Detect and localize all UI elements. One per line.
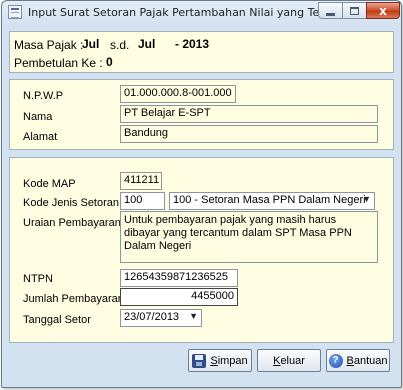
pembetulan-value: 0 [106, 55, 113, 69]
bantuan-button[interactable]: ? Bantuan [326, 349, 390, 372]
help-icon: ? [328, 353, 343, 368]
close-button[interactable]: x [366, 2, 400, 19]
period-separator: s.d. [110, 38, 130, 52]
close-icon: x [379, 3, 387, 18]
floppy-disk-icon [192, 353, 207, 368]
kode-jenis-field[interactable]: 100 [120, 192, 165, 210]
npwp-field[interactable]: 01.000.000.8-001.000 [120, 85, 236, 103]
payment-panel: Kode MAP 411211 Kode Jenis Setoran 100 1… [9, 157, 394, 343]
minimize-button[interactable] [318, 2, 343, 19]
month-to: Jul [138, 37, 156, 51]
bantuan-mnemonic: B [346, 354, 354, 367]
jumlah-field[interactable]: 4455000 [120, 288, 238, 306]
minimize-icon [326, 12, 335, 16]
tanggal-setor-picker[interactable]: 23/07/2013 ▼ [120, 309, 202, 327]
uraian-label: Uraian Pembayaran [23, 217, 121, 229]
uraian-textarea[interactable]: Untuk pembayaran pajak yang masih harus … [120, 211, 378, 263]
jumlah-label: Jumlah Pembayaran [23, 293, 124, 305]
period-year: - 2013 [175, 37, 210, 51]
title-bar[interactable]: Input Surat Setoran Pajak Pertambahan Ni… [2, 1, 401, 25]
document-icon [8, 5, 22, 19]
kode-jenis-label: Kode Jenis Setoran [23, 197, 120, 209]
tanggal-setor-value: 23/07/2013 [124, 311, 180, 323]
npwp-label: N.P.W.P [23, 90, 64, 102]
maximize-button[interactable] [342, 2, 367, 19]
dialog-window: Input Surat Setoran Pajak Pertambahan Ni… [1, 0, 402, 388]
kode-map-field[interactable]: 411211 [120, 172, 162, 190]
ntpn-field[interactable]: 12654359871236525 [120, 269, 238, 287]
nama-field[interactable]: PT Belajar E-SPT [120, 105, 378, 123]
taxpayer-panel: N.P.W.P 01.000.000.8-001.000 Nama PT Bel… [9, 79, 394, 150]
month-from: Jul [82, 37, 100, 51]
alamat-label: Alamat [23, 131, 58, 143]
maximize-icon [350, 6, 359, 15]
simpan-label: impan [217, 354, 248, 367]
kode-map-label: Kode MAP [23, 178, 76, 190]
jenis-setoran-selected: 100 - Setoran Masa PPN Dalam Negeri [173, 194, 366, 206]
chevron-down-icon[interactable]: ▼ [362, 194, 371, 204]
tanggal-label: Tanggal Setor [23, 314, 91, 326]
simpan-button[interactable]: Simpan [188, 349, 252, 372]
simpan-mnemonic: S [210, 354, 218, 367]
pembetulan-label: Pembetulan Ke : [14, 56, 103, 70]
alamat-field[interactable]: Bandung [120, 125, 378, 143]
calendar-dropdown-icon[interactable]: ▼ [189, 311, 198, 321]
masa-pajak-label: Masa Pajak : [14, 38, 84, 52]
window-title: Input Surat Setoran Pajak Pertambahan Ni… [28, 6, 318, 19]
keluar-label: eluar [280, 354, 305, 367]
nama-label: Nama [23, 111, 53, 123]
period-panel: Masa Pajak : Jul s.d. Jul - 2013 Pembetu… [9, 31, 394, 73]
keluar-button[interactable]: Keluar [257, 349, 321, 372]
bantuan-label: antuan [353, 354, 388, 367]
ntpn-label: NTPN [23, 273, 53, 285]
jenis-setoran-select[interactable]: 100 - Setoran Masa PPN Dalam Negeri ▼ [169, 192, 375, 210]
